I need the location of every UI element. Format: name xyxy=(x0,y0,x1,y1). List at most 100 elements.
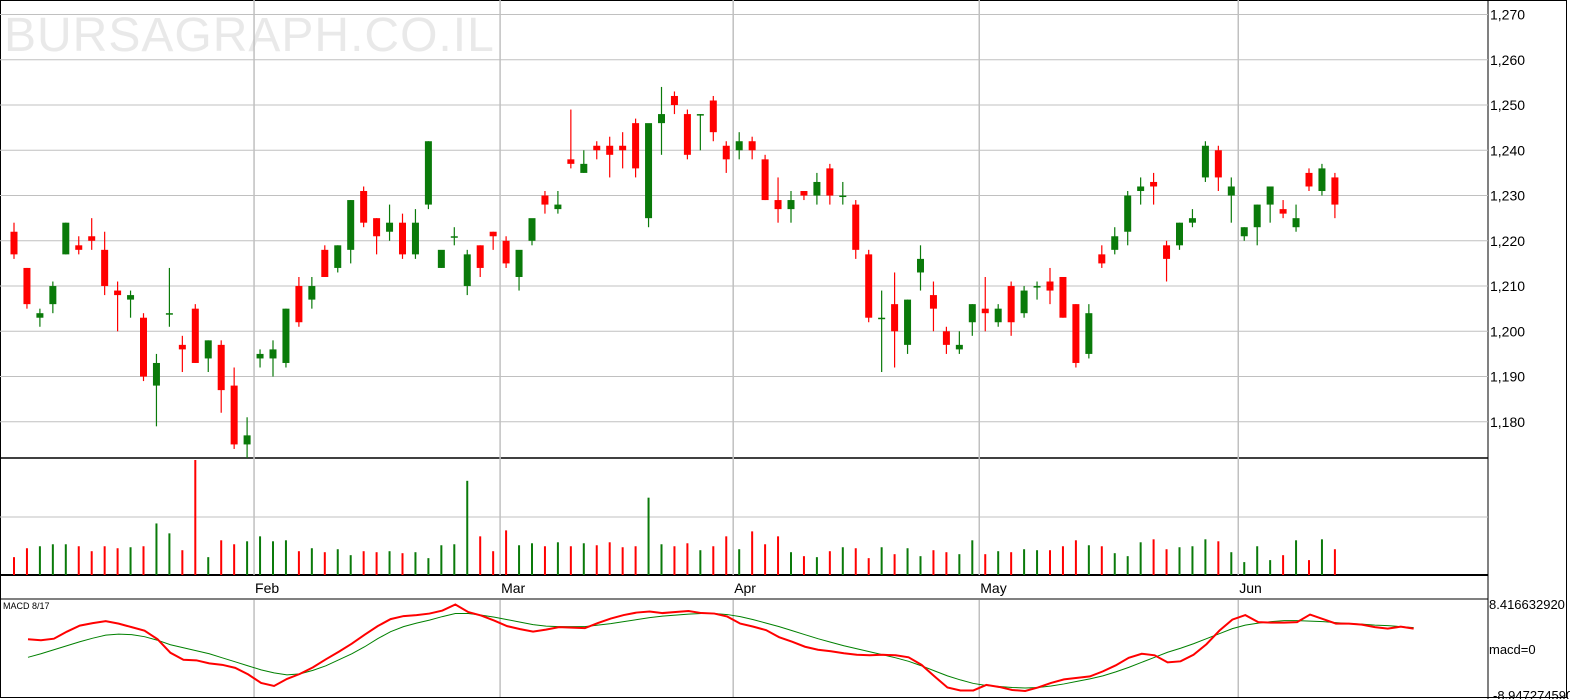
volume-bar xyxy=(518,545,521,575)
candle-body xyxy=(670,95,678,106)
volume-bar xyxy=(388,551,391,575)
candle-body xyxy=(489,231,497,237)
volume-bar xyxy=(997,551,1000,575)
candle-body xyxy=(204,340,212,359)
candle-body xyxy=(386,222,394,232)
volume-bar xyxy=(1087,545,1090,575)
candle-body xyxy=(114,290,122,296)
candle-body xyxy=(955,344,963,350)
volume-bar xyxy=(647,497,650,575)
volume-bar xyxy=(582,543,585,575)
volume-bar xyxy=(181,550,184,575)
macd-lower-value: -8.947274590 xyxy=(1493,688,1570,699)
volume-bar xyxy=(880,547,883,575)
candle-body xyxy=(411,222,419,255)
volume-bar xyxy=(505,530,508,575)
volume-bar xyxy=(802,556,805,575)
volume-bar xyxy=(492,551,495,575)
candle-body xyxy=(437,249,445,268)
candle-body xyxy=(502,240,510,264)
y-tick-label: 1,190 xyxy=(1490,369,1525,385)
volume-bar xyxy=(725,536,728,575)
candle-body xyxy=(360,191,368,223)
volume-bar xyxy=(634,546,637,575)
candle-body xyxy=(722,145,730,160)
volume-bar xyxy=(220,540,223,575)
candle-body xyxy=(1266,186,1274,205)
candle-body xyxy=(696,114,704,116)
y-tick-label: 1,230 xyxy=(1490,188,1525,204)
volume-bar xyxy=(272,541,274,575)
candle-body xyxy=(243,435,251,445)
candle-body xyxy=(981,308,989,314)
volume-bar xyxy=(764,544,767,575)
candle-body xyxy=(295,286,303,323)
volume-bar xyxy=(51,544,54,575)
candle-body xyxy=(619,145,627,151)
volume-bar xyxy=(155,523,158,575)
y-tick-label: 1,210 xyxy=(1490,278,1525,294)
candle-body xyxy=(165,313,173,315)
candle-body xyxy=(554,204,562,210)
volume-bar xyxy=(556,542,559,575)
x-tick-label: May xyxy=(980,580,1006,596)
volume-bar xyxy=(1191,546,1194,575)
volume-bar xyxy=(1126,556,1129,575)
volume-bar xyxy=(1333,549,1336,575)
volume-bar xyxy=(414,552,417,575)
x-tick-label: Mar xyxy=(501,580,525,596)
candle-body xyxy=(567,159,575,164)
volume-bar xyxy=(1074,540,1077,575)
stock-chart: 1,180 1,190 1,200 1,210 1,220 1,230 1,240 1,250… xyxy=(0,0,1570,699)
candle-body xyxy=(774,200,782,210)
volume-bar xyxy=(427,558,430,575)
candle-body xyxy=(1240,227,1248,237)
candle-body xyxy=(968,304,976,323)
candle-body xyxy=(10,231,18,255)
volume-bar xyxy=(815,557,818,575)
volume-bar xyxy=(1036,550,1039,575)
volume-bar xyxy=(919,556,922,575)
volume-bar xyxy=(1320,539,1323,575)
y-tick-label: 1,270 xyxy=(1490,7,1525,23)
volume-bar xyxy=(945,552,948,575)
candle-body xyxy=(917,258,924,273)
volume-bar xyxy=(932,550,935,575)
candle-body xyxy=(1020,290,1028,314)
candle-body xyxy=(709,100,717,133)
volume-bar xyxy=(284,540,287,575)
candle-body xyxy=(787,200,795,210)
volume-bar xyxy=(1023,549,1026,575)
candle-body xyxy=(23,267,31,305)
candle-body xyxy=(1227,186,1235,196)
candle-body xyxy=(748,141,756,151)
volume-bar xyxy=(712,546,715,575)
candle-body xyxy=(994,308,1002,323)
volume-bar xyxy=(440,545,443,575)
candle-body xyxy=(1188,218,1196,223)
volume-bar xyxy=(1049,550,1051,575)
candle-body xyxy=(1111,236,1119,250)
candle-body xyxy=(632,123,640,169)
volume-bar xyxy=(310,548,313,575)
volume-bar xyxy=(1139,542,1142,575)
volume-bar xyxy=(790,552,792,575)
candle-body xyxy=(813,181,821,196)
candle-body xyxy=(321,249,329,277)
volume-bar xyxy=(375,552,378,575)
x-tick-label: Jun xyxy=(1239,580,1262,596)
volume-bar xyxy=(867,558,870,575)
volume-bar xyxy=(1230,552,1233,575)
volume-bar xyxy=(1308,560,1310,575)
candle-body xyxy=(334,245,342,268)
volume-bar xyxy=(129,547,132,575)
candle-body xyxy=(1279,209,1287,214)
volume-bar xyxy=(1061,546,1064,575)
volume-bar xyxy=(168,533,171,575)
macd-panel-label: MACD 8/17 xyxy=(3,601,50,611)
macd-line xyxy=(27,603,1414,692)
candle-body xyxy=(178,344,186,350)
candle-body xyxy=(127,295,135,300)
macd-upper-value: 8.416632920 xyxy=(1489,597,1565,612)
candle-body xyxy=(852,204,860,250)
